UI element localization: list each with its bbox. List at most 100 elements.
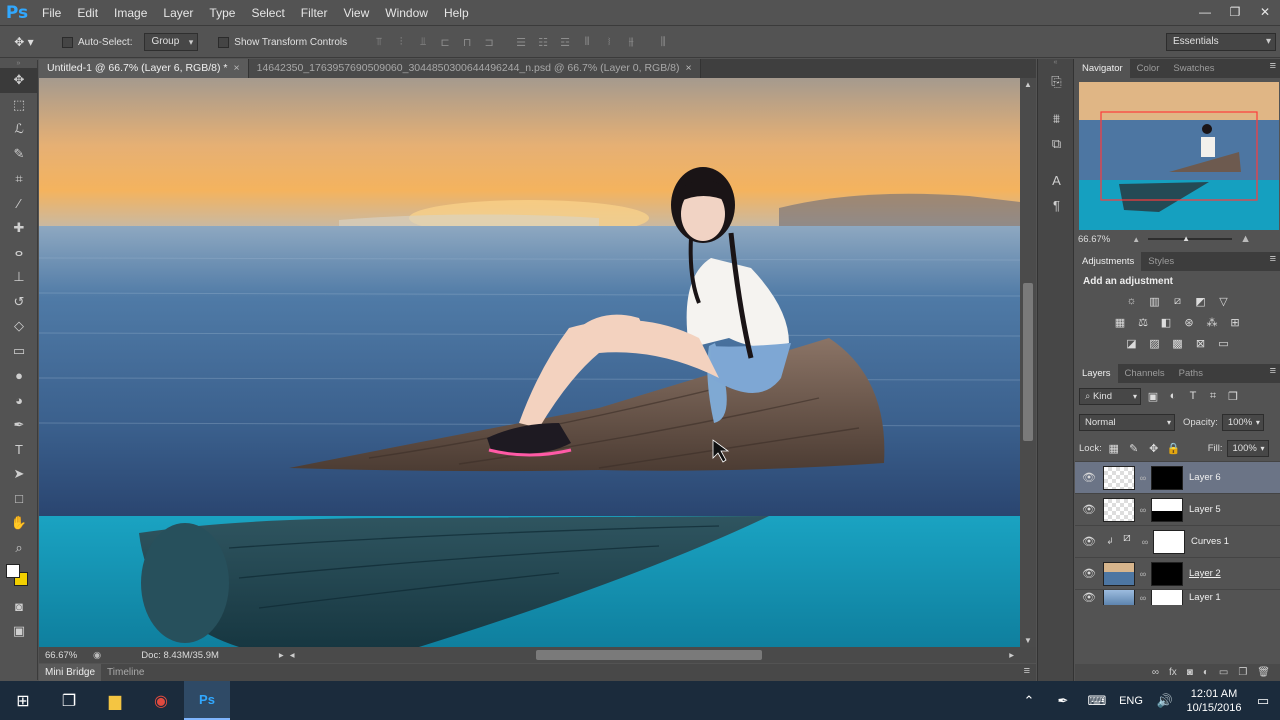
layer-mask-thumbnail[interactable] — [1151, 497, 1183, 522]
color-balance-icon[interactable]: ⚖ — [1135, 315, 1151, 329]
align-vcenter-icon[interactable]: ⫶ — [393, 35, 409, 49]
scroll-left-icon[interactable]: ◂ — [290, 650, 295, 661]
black-white-icon[interactable]: ◧ — [1158, 315, 1174, 329]
eye-icon[interactable]: 👁 — [1075, 567, 1103, 580]
clock[interactable]: 12:01 AM 10/15/2016 — [1182, 687, 1246, 715]
eye-icon[interactable]: 👁 — [1075, 503, 1103, 516]
workspace-dropdown[interactable]: Essentials — [1166, 33, 1276, 51]
tab-color[interactable]: Color — [1130, 59, 1167, 78]
restore-button[interactable]: ❐ — [1220, 0, 1250, 24]
opacity-field[interactable]: 100% — [1221, 413, 1264, 431]
tab-untitled-1[interactable]: Untitled-1 @ 66.7% (Layer 6, RGB/8) * × — [39, 59, 249, 78]
align-right-icon[interactable]: ⊐ — [481, 35, 497, 49]
auto-select-mode-dropdown[interactable]: Group — [144, 33, 199, 51]
menu-file[interactable]: File — [34, 0, 69, 26]
layer-row[interactable]: 👁 ∞ Layer 2 — [1075, 557, 1280, 589]
layer-mask-thumbnail[interactable] — [1153, 529, 1185, 554]
pixel-filter-icon[interactable]: ▣ — [1145, 389, 1161, 403]
notifications-icon[interactable]: ▭ — [1246, 693, 1280, 709]
close-icon[interactable]: × — [233, 62, 239, 74]
vertical-scroll-thumb[interactable] — [1023, 283, 1033, 441]
navigator-zoom-slider[interactable]: ▲ — [1148, 234, 1233, 243]
photoshop-taskbar-icon[interactable]: Ps — [184, 681, 230, 720]
eraser-tool-icon[interactable]: ◇ — [0, 314, 38, 339]
menu-help[interactable]: Help — [436, 0, 477, 26]
layer-row[interactable]: 👁 ↲ ⧄ ∞ Curves 1 — [1075, 525, 1280, 557]
tab-layers[interactable]: Layers — [1075, 364, 1118, 383]
tab-navigator[interactable]: Navigator — [1075, 59, 1130, 78]
tab-adjustments[interactable]: Adjustments — [1075, 252, 1142, 271]
chrome-icon[interactable]: ◉ — [138, 681, 184, 720]
tab-psd-file[interactable]: 14642350_1763957690509060_30448503006444… — [248, 59, 701, 78]
panel-menu-icon[interactable]: ≡ — [1270, 60, 1276, 72]
blur-tool-icon[interactable]: ● — [0, 363, 38, 388]
eyedropper-tool-icon[interactable]: ⁄ — [0, 191, 38, 216]
color-swatches[interactable] — [0, 560, 38, 594]
paragraph-panel-icon[interactable]: ¶ — [1038, 193, 1075, 218]
vibrance-icon[interactable]: ▽ — [1216, 294, 1232, 308]
navigator-zoom-value[interactable]: 66.67% — [1078, 234, 1110, 245]
layer-mask-thumbnail[interactable] — [1151, 465, 1183, 490]
tab-channels[interactable]: Channels — [1118, 364, 1172, 383]
scroll-right-icon[interactable]: ▸ — [1009, 650, 1014, 661]
vertical-scrollbar[interactable]: ▲ ▼ — [1020, 78, 1036, 647]
brightness-contrast-icon[interactable]: ☼ — [1124, 294, 1140, 308]
rectangle-tool-icon[interactable]: □ — [0, 486, 38, 511]
layer-name[interactable]: Layer 5 — [1189, 504, 1221, 515]
horizontal-scroll-thumb[interactable] — [536, 650, 762, 660]
character-panel-icon[interactable]: A — [1038, 168, 1075, 193]
new-group-icon[interactable]: ▭ — [1219, 667, 1228, 678]
brush-presets-icon[interactable]: ⩩ — [1038, 106, 1075, 131]
menu-type[interactable]: Type — [201, 0, 243, 26]
layer-name[interactable]: Curves 1 — [1191, 536, 1229, 547]
menu-filter[interactable]: Filter — [293, 0, 336, 26]
menu-select[interactable]: Select — [243, 0, 292, 26]
scroll-down-icon[interactable]: ▼ — [1024, 636, 1032, 645]
dock-collapse-icon[interactable]: « — [1038, 59, 1073, 69]
align-top-icon[interactable]: ⫪ — [371, 35, 387, 49]
new-layer-icon[interactable]: ❐ — [1238, 667, 1247, 678]
foreground-color-swatch[interactable] — [6, 563, 20, 578]
pen-icon[interactable]: ✒ — [1046, 693, 1080, 709]
distribute-vcenter-icon[interactable]: ☷ — [535, 35, 551, 49]
layer-name[interactable]: Layer 6 — [1189, 472, 1221, 483]
add-mask-icon[interactable]: ◙ — [1187, 667, 1193, 678]
history-brush-tool-icon[interactable]: ↺ — [0, 289, 38, 314]
gradient-tool-icon[interactable]: ▭ — [0, 339, 38, 364]
layer-row[interactable]: 👁 ∞ Layer 5 — [1075, 493, 1280, 525]
selective-color-icon[interactable]: ⊠ — [1193, 336, 1209, 350]
zoom-slider-handle[interactable]: ▲ — [1182, 234, 1190, 243]
type-tool-icon[interactable]: T — [0, 437, 38, 462]
keyboard-icon[interactable]: ⌨ — [1080, 693, 1114, 709]
distribute-bottom-icon[interactable]: ☲ — [557, 35, 573, 49]
brush-tool-icon[interactable]: ⴰ — [0, 240, 38, 265]
link-icon[interactable]: ∞ — [1138, 593, 1148, 603]
threshold-icon[interactable]: ▩ — [1170, 336, 1186, 350]
status-menu-arrow-icon[interactable]: ▸ — [279, 650, 284, 661]
close-icon[interactable]: × — [685, 62, 691, 74]
dodge-tool-icon[interactable]: ◕ — [0, 388, 38, 413]
navigator-preview[interactable] — [1079, 82, 1279, 230]
zoom-tool-icon[interactable]: ⌕ — [0, 535, 38, 560]
channel-mixer-icon[interactable]: ⁂ — [1204, 315, 1220, 329]
layer-name[interactable]: Layer 1 — [1189, 592, 1221, 603]
status-info-icon[interactable]: ◉ — [93, 650, 101, 661]
gradient-map-icon[interactable]: ▭ — [1216, 336, 1232, 350]
lock-position-icon[interactable]: ✥ — [1146, 441, 1162, 455]
marquee-tool-icon[interactable]: ⬚ — [0, 93, 38, 118]
align-left-icon[interactable]: ⊏ — [437, 35, 453, 49]
color-lookup-icon[interactable]: ⊞ — [1227, 315, 1243, 329]
quick-select-tool-icon[interactable]: ✎ — [0, 142, 38, 167]
tab-paths[interactable]: Paths — [1172, 364, 1210, 383]
volume-icon[interactable]: 🔊 — [1148, 693, 1182, 709]
layer-mask-thumbnail[interactable] — [1151, 561, 1183, 586]
language-indicator[interactable]: ENG — [1114, 695, 1148, 707]
lasso-tool-icon[interactable]: ℒ — [0, 117, 38, 142]
trash-icon[interactable]: 🗑 — [1257, 667, 1270, 678]
photo-filter-icon[interactable]: ⊛ — [1181, 315, 1197, 329]
bottom-panel-menu-icon[interactable]: ≡ — [1024, 665, 1030, 677]
tools-collapse-icon[interactable]: » — [0, 60, 37, 68]
lock-pixels-icon[interactable]: ✎ — [1126, 441, 1142, 455]
document-canvas[interactable] — [39, 78, 1020, 647]
layer-mask-thumbnail[interactable] — [1151, 590, 1183, 605]
